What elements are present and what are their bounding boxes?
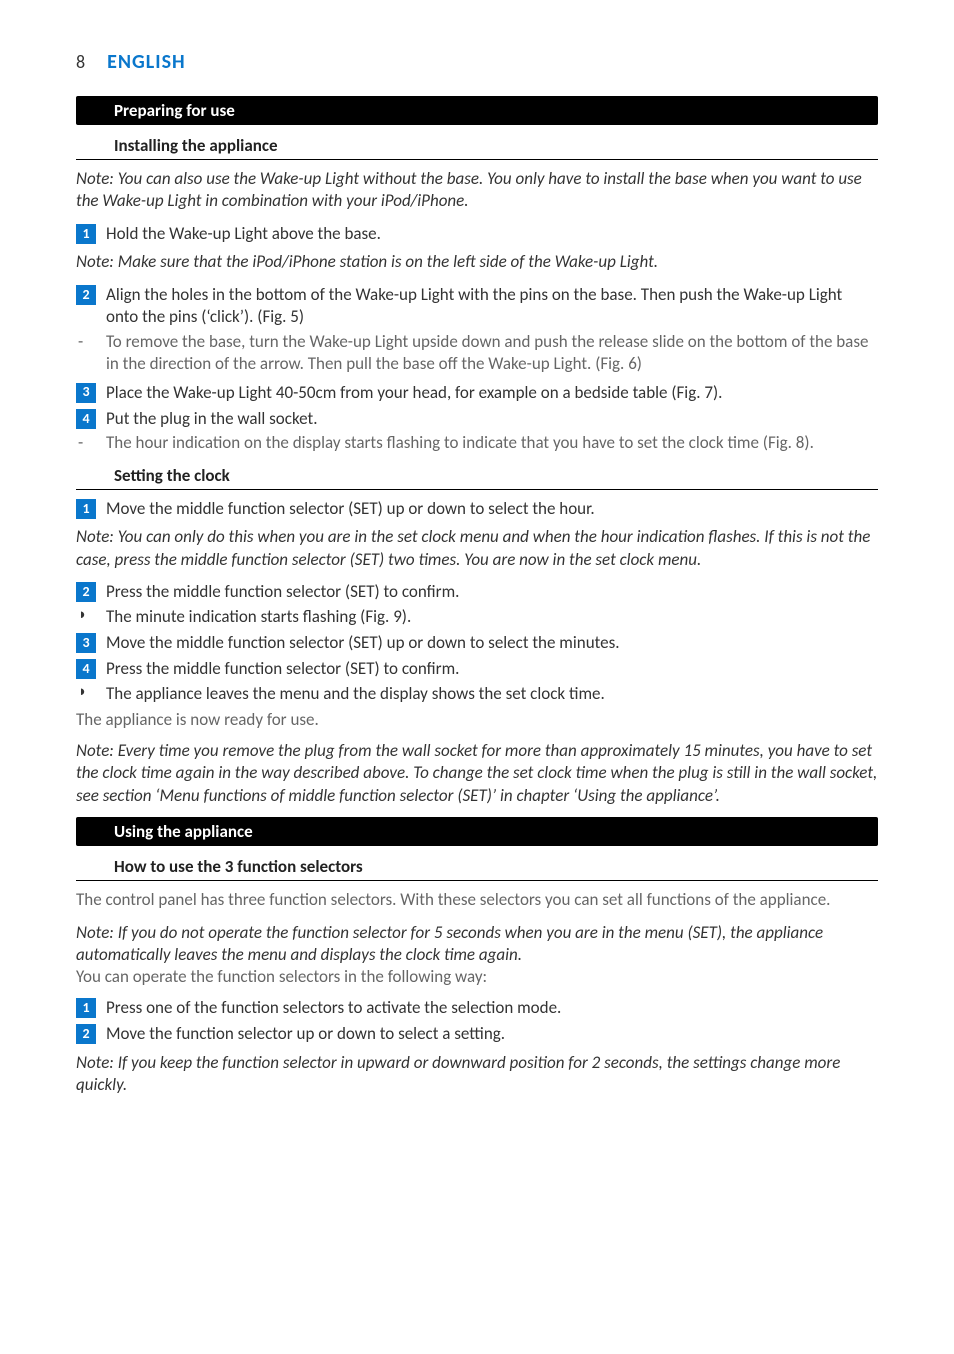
note-clock-1: Note: You can only do this when you are … [76, 526, 878, 571]
page-number: 8 [76, 51, 85, 73]
step-install-2-dash: - To remove the base, turn the Wake-up L… [76, 331, 878, 376]
step-number-icon: 4 [76, 409, 96, 429]
step-number-icon: 4 [76, 659, 96, 679]
step-text: Hold the Wake-up Light above the base. [106, 223, 381, 245]
dash-icon: - [78, 432, 96, 454]
step-text: Press one of the function selectors to a… [106, 997, 561, 1019]
step-text: Press the middle function selector (SET)… [106, 581, 459, 603]
step-number-icon: 2 [76, 285, 96, 305]
section-bar-preparing: Preparing for use [76, 96, 878, 125]
step-number-icon: 1 [76, 224, 96, 244]
language-label: ENGLISH [107, 50, 186, 74]
arrow-text: The minute indication starts flashing (F… [106, 606, 411, 628]
step-install-4-dash: - The hour indication on the display sta… [76, 432, 878, 454]
subheading-installing: Installing the appliance [76, 131, 878, 160]
step-clock-4-arrow: ◗ The appliance leaves the menu and the … [76, 683, 878, 705]
step-number-icon: 2 [76, 582, 96, 602]
page-header: 8 ENGLISH [76, 50, 878, 74]
dash-text: The hour indication on the display start… [106, 432, 814, 454]
step-text: Align the holes in the bottom of the Wak… [106, 284, 878, 329]
note-install-2: Note: Make sure that the iPod/iPhone sta… [76, 251, 878, 273]
subheading-how-to: How to use the 3 function selectors [76, 852, 878, 881]
section-bar-using: Using the appliance [76, 817, 878, 846]
step-text: Move the function selector up or down to… [106, 1023, 505, 1045]
page-container: 8 ENGLISH Preparing for use Installing t… [0, 0, 954, 1354]
arrow-icon: ◗ [78, 683, 94, 705]
note-clock-2: Note: Every time you remove the plug fro… [76, 740, 878, 807]
how-to-intro: The control panel has three function sel… [76, 889, 878, 911]
dash-icon: - [78, 331, 96, 376]
step-clock-1: 1 Move the middle function selector (SET… [76, 498, 878, 520]
note-install-1: Note: You can also use the Wake-up Light… [76, 168, 878, 213]
arrow-icon: ◗ [78, 606, 94, 628]
step-how-to-1: 1 Press one of the function selectors to… [76, 997, 878, 1019]
step-text: Press the middle function selector (SET)… [106, 658, 459, 680]
step-clock-3: 3 Move the middle function selector (SET… [76, 632, 878, 654]
step-text: Move the middle function selector (SET) … [106, 632, 620, 654]
step-install-2: 2 Align the holes in the bottom of the W… [76, 284, 878, 329]
step-text: Place the Wake-up Light 40-50cm from you… [106, 382, 722, 404]
dash-text: To remove the base, turn the Wake-up Lig… [106, 331, 878, 376]
step-install-1: 1 Hold the Wake-up Light above the base. [76, 223, 878, 245]
step-number-icon: 1 [76, 499, 96, 519]
note-how-to-2: Note: If you keep the function selector … [76, 1052, 878, 1097]
step-text: Put the plug in the wall socket. [106, 408, 317, 430]
step-install-4: 4 Put the plug in the wall socket. [76, 408, 878, 430]
clock-ready-text: The appliance is now ready for use. [76, 709, 878, 731]
step-clock-2-arrow: ◗ The minute indication starts flashing … [76, 606, 878, 628]
step-number-icon: 3 [76, 383, 96, 403]
step-how-to-2: 2 Move the function selector up or down … [76, 1023, 878, 1045]
step-number-icon: 1 [76, 998, 96, 1018]
step-text: Move the middle function selector (SET) … [106, 498, 595, 520]
how-to-operate: You can operate the function selectors i… [76, 966, 878, 988]
step-number-icon: 2 [76, 1024, 96, 1044]
step-install-3: 3 Place the Wake-up Light 40-50cm from y… [76, 382, 878, 404]
arrow-text: The appliance leaves the menu and the di… [106, 683, 605, 705]
step-clock-4: 4 Press the middle function selector (SE… [76, 658, 878, 680]
step-number-icon: 3 [76, 633, 96, 653]
subheading-setting-clock: Setting the clock [76, 461, 878, 490]
step-clock-2: 2 Press the middle function selector (SE… [76, 581, 878, 603]
note-how-to-1: Note: If you do not operate the function… [76, 922, 878, 967]
